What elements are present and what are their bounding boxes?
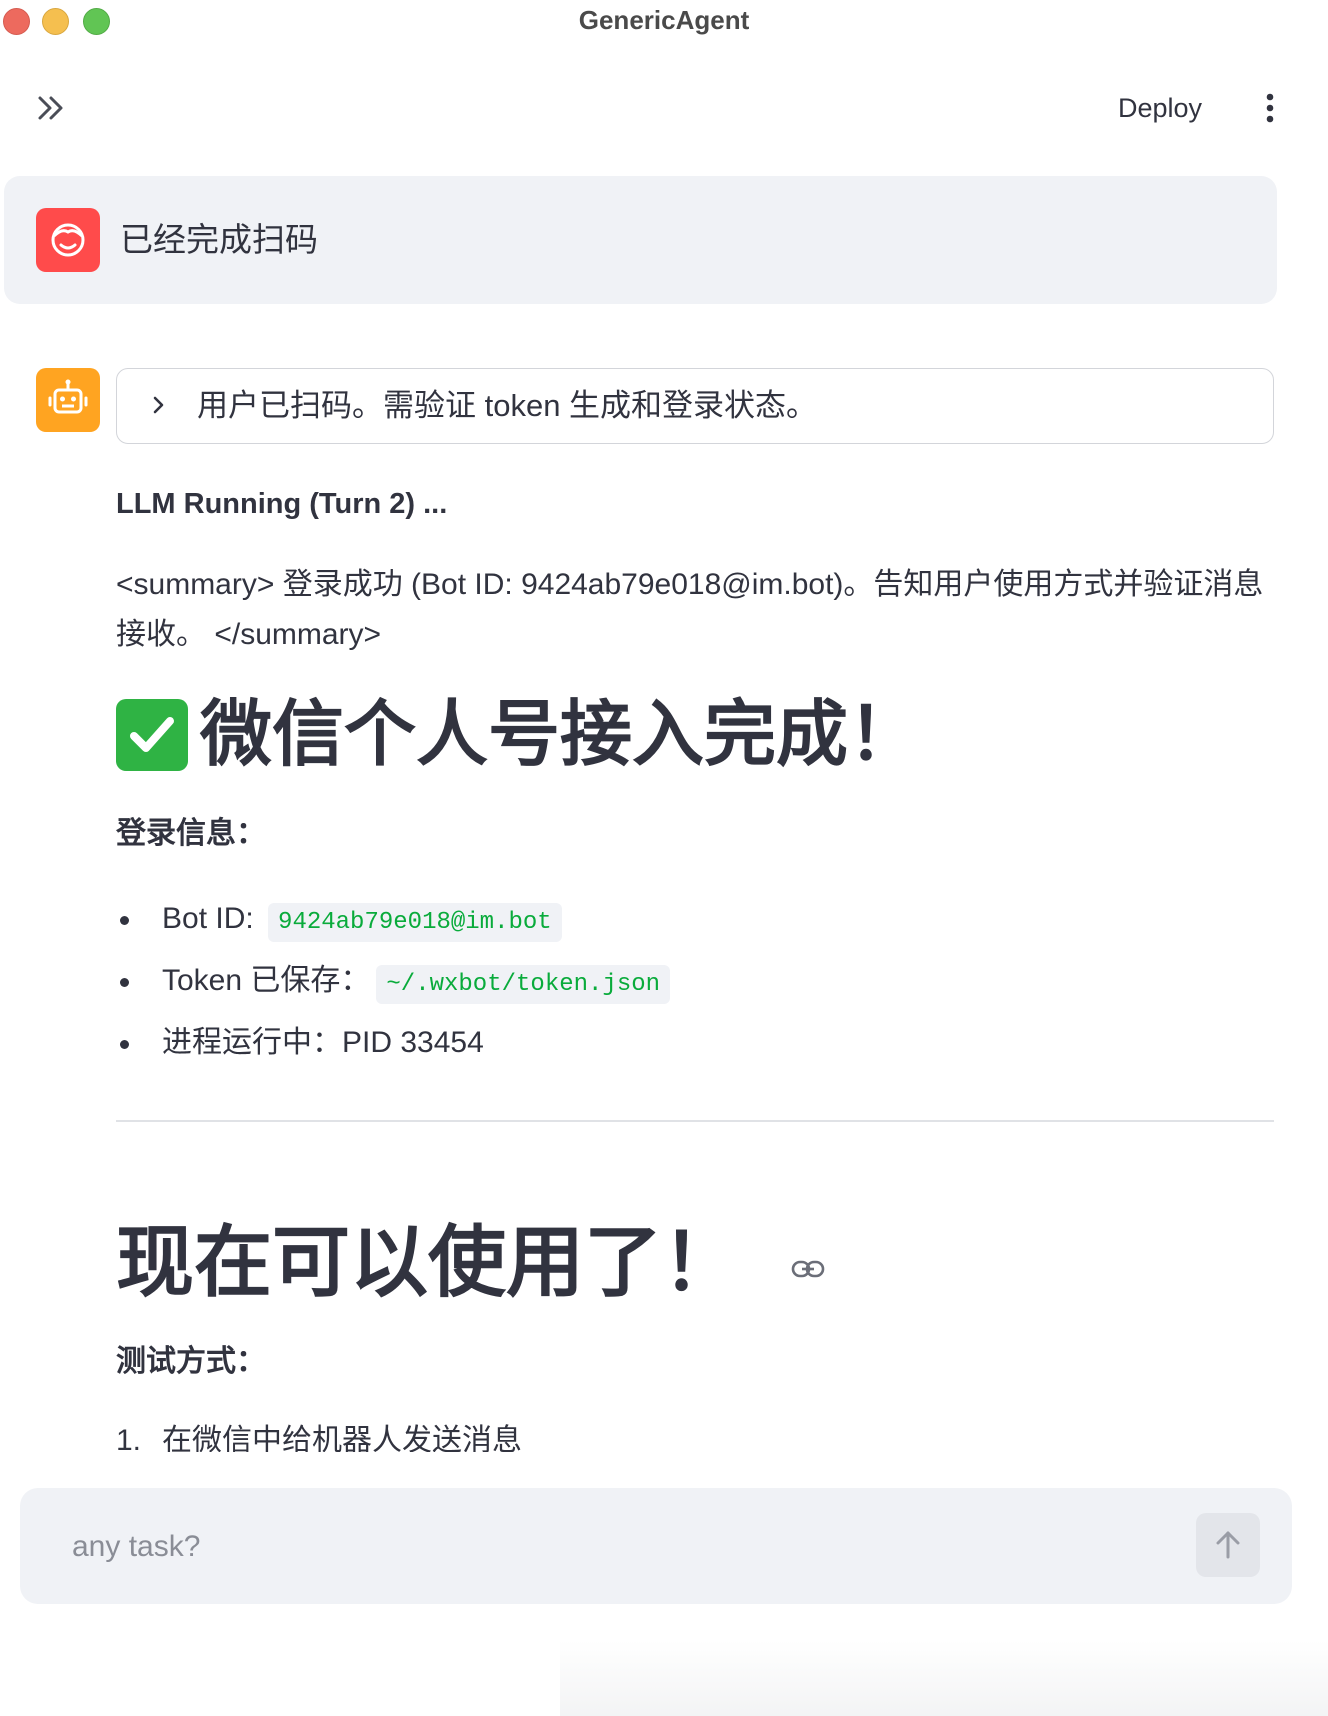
chevron-right-icon	[153, 396, 164, 414]
kebab-menu-icon	[1266, 93, 1274, 123]
window-title: GenericAgent	[578, 5, 750, 35]
list-item-label: Token 已保存：	[162, 964, 371, 997]
chat-input[interactable]	[70, 1518, 1174, 1576]
expander-label: 用户已扫码。需验证 token 生成和登录状态。	[197, 388, 818, 423]
test-method-label: 测试方式：	[116, 1345, 266, 1378]
list-item: Token 已保存： ~/.wxbot/token.json	[116, 952, 671, 1014]
token-path-code: ~/.wxbot/token.json	[376, 965, 671, 1004]
expand-sidebar-button[interactable]	[34, 90, 70, 126]
user-avatar	[36, 208, 100, 272]
double-chevron-right-icon	[38, 96, 63, 120]
heading-ready-text: 现在可以使用了！	[116, 1218, 741, 1306]
list-item-number: 1.	[116, 1424, 142, 1452]
deploy-button[interactable]: Deploy	[1118, 88, 1202, 128]
horizontal-divider	[116, 1120, 1274, 1122]
summary-text: <summary> 登录成功 (Bot ID: 9424ab79e018@im.…	[116, 568, 1264, 651]
user-message-text: 已经完成扫码	[120, 221, 318, 258]
heading-ready: 现在可以使用了！	[116, 1212, 1276, 1312]
heading-completion-text: 微信个人号接入完成！	[200, 695, 921, 775]
list-item-text: 在微信中给机器人发送消息	[162, 1424, 522, 1452]
thinking-expander[interactable]: 用户已扫码。需验证 token 生成和登录状态。	[116, 368, 1274, 444]
main-menu-button[interactable]	[1260, 90, 1280, 126]
robot-icon	[48, 379, 88, 414]
arrow-up-icon	[1216, 1531, 1240, 1559]
assistant-avatar	[36, 368, 100, 432]
login-info-label: 登录信息：	[116, 817, 266, 850]
list-item: Bot ID: 9424ab79e018@im.bot	[116, 890, 670, 952]
llm-status-text: LLM Running (Turn 2) ...	[116, 488, 448, 520]
link-icon[interactable]	[790, 1251, 826, 1287]
bot-id-code: 9424ab79e018@im.bot	[268, 903, 562, 942]
list-item-label: Bot ID:	[162, 902, 263, 935]
heading-completion: 微信个人号接入完成！	[116, 690, 1276, 780]
window-titlebar: GenericAgent	[0, 0, 1328, 40]
login-info-list: Bot ID: 9424ab79e018@im.bot Token 已保存： ~/…	[116, 890, 671, 1072]
face-icon	[51, 223, 85, 257]
list-item: 进程运行中：PID 33454	[116, 1014, 670, 1072]
chat-input-container	[20, 1488, 1292, 1604]
bottom-shadow	[560, 1640, 1328, 1716]
list-item-label: 进程运行中：PID 33454	[162, 1026, 484, 1059]
list-item: 1. 在微信中给机器人发送消息	[116, 1418, 522, 1452]
check-mark-button-icon	[116, 699, 188, 771]
send-button[interactable]	[1196, 1513, 1260, 1577]
user-message: 已经完成扫码	[4, 176, 1277, 304]
